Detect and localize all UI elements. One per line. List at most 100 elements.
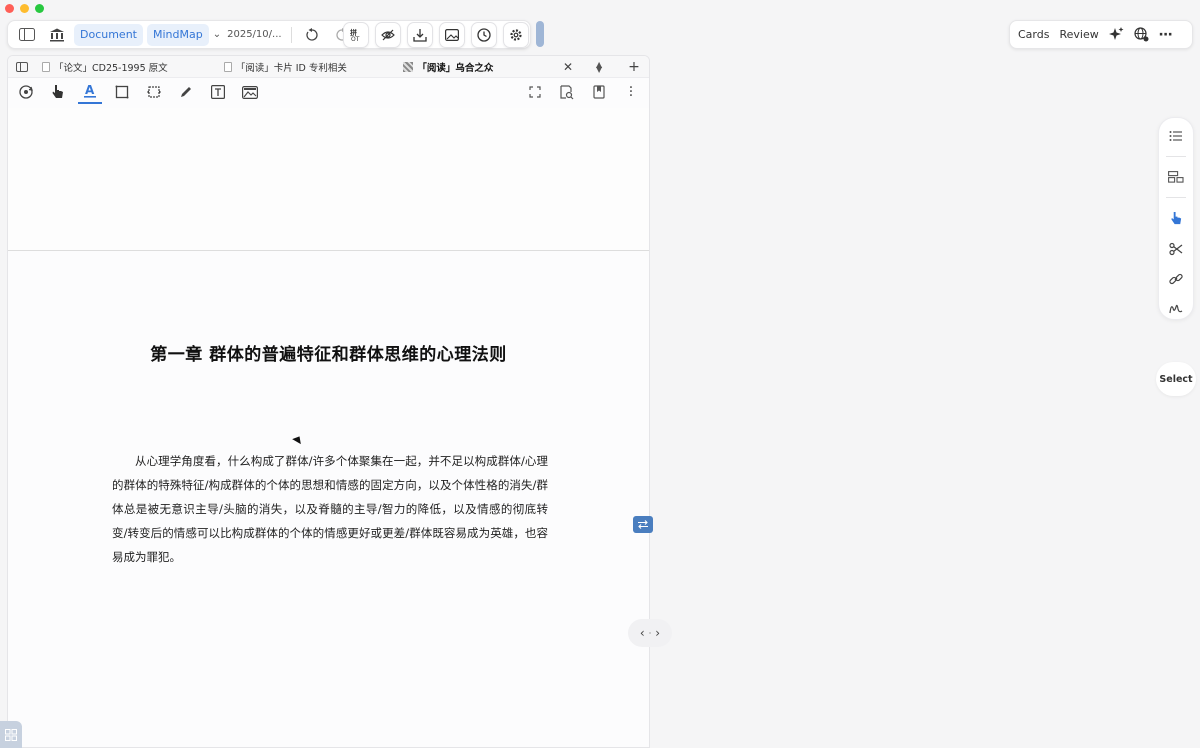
chapter-paragraph: 从心理学角度看，什么构成了群体/许多个体聚集在一起，并不足以构成群体/心理的群体… <box>112 454 548 564</box>
divider <box>290 26 292 43</box>
pointer-hand-icon <box>52 85 63 98</box>
document-view-button[interactable]: Document <box>74 23 143 46</box>
swap-panels-button[interactable] <box>633 516 653 533</box>
date-dropdown[interactable]: ⌄ 2025/10/... <box>213 24 284 46</box>
pencil-icon <box>181 87 191 97</box>
convert-icon: 拼OT <box>350 28 360 42</box>
textbox-tool[interactable] <box>206 80 230 104</box>
hide-button[interactable] <box>375 21 401 48</box>
pointer-mode-button[interactable] <box>1165 208 1187 228</box>
rectangle-tool[interactable] <box>110 80 134 104</box>
cards-button[interactable]: Cards <box>1018 28 1049 41</box>
document-thumbnail-icon <box>403 61 414 72</box>
textbox-icon <box>211 85 225 99</box>
review-button[interactable]: Review <box>1059 28 1098 41</box>
sidebar-toggle-button[interactable] <box>14 24 40 46</box>
minimize-window-button[interactable] <box>20 4 29 13</box>
document-icon <box>42 61 50 72</box>
eye-off-icon <box>381 29 395 40</box>
more-horizontal-icon: ⋯ <box>1158 26 1173 43</box>
clock-icon <box>477 27 491 42</box>
sparkle-icon <box>1108 27 1124 40</box>
document-tools: 拼 OT <box>343 20 531 49</box>
library-button[interactable] <box>44 24 70 46</box>
toolbar-scroll-handle[interactable] <box>536 21 544 47</box>
date-label: 2025/10/... <box>227 29 282 40</box>
plus-icon: + <box>628 58 640 75</box>
more-options-button[interactable]: ⋯ <box>1159 27 1173 43</box>
ai-sparkle-button[interactable] <box>1108 27 1124 42</box>
web-search-button[interactable] <box>1134 27 1149 42</box>
hand-tool-button[interactable] <box>46 80 70 104</box>
layout-button[interactable] <box>1165 167 1187 187</box>
library-icon <box>50 28 64 41</box>
pointer-hand-icon <box>1170 211 1181 224</box>
text-highlight-tool[interactable]: A <box>78 80 102 104</box>
window-controls <box>5 4 44 13</box>
rail-divider <box>1166 197 1186 199</box>
new-tab-button[interactable]: + <box>619 56 649 78</box>
chevron-left-icon[interactable]: ‹ <box>640 626 645 640</box>
annotation-toolbar: A · · · <box>8 78 649 106</box>
mindmap-view-button[interactable]: MindMap <box>147 23 209 46</box>
link-button[interactable] <box>1165 269 1187 289</box>
tab-label: 「论文」CD25-1995 原文 <box>54 62 168 74</box>
sort-updown-icon: ▲ ▼ <box>595 59 603 74</box>
rotate-view-button[interactable] <box>14 80 38 104</box>
chevron-down-icon: ⌄ <box>212 29 222 40</box>
page-navigation[interactable]: ‹ · › <box>628 619 672 647</box>
tab-label: 「阅读」乌合之众 <box>417 62 494 74</box>
rectangle-select-icon <box>115 85 129 99</box>
tab-document-3[interactable]: 「阅读」乌合之众 ✕ <box>397 56 579 78</box>
crop-tool[interactable] <box>142 80 166 104</box>
document-page: 第一章 群体的普遍特征和群体思维的心理法则 从心理学角度看，什么构成了群体/许多… <box>8 252 649 747</box>
link-icon <box>1169 273 1183 284</box>
chapter-title: 第一章 群体的普遍特征和群体思维的心理法则 <box>150 345 507 365</box>
list-icon <box>1169 131 1182 142</box>
sidebar-icon <box>19 28 35 41</box>
search-document-button[interactable] <box>555 80 579 104</box>
close-window-button[interactable] <box>5 4 14 13</box>
layout-blocks-icon <box>1168 171 1184 183</box>
download-button[interactable] <box>407 21 433 48</box>
undo-icon <box>305 27 318 41</box>
svg-text:A: A <box>85 83 95 97</box>
document-tab-bar: 「论文」CD25-1995 原文 「阅读」卡片 ID 专利相关 「阅读」乌合之众… <box>8 56 649 78</box>
grid-icon <box>5 728 17 741</box>
rail-divider <box>1166 156 1186 158</box>
rotate-eye-icon <box>19 85 33 99</box>
cut-button[interactable] <box>1165 238 1187 258</box>
scissors-icon <box>1169 242 1183 255</box>
bookmark-icon <box>593 85 605 99</box>
download-icon <box>413 28 427 42</box>
fullscreen-button[interactable] <box>523 80 547 104</box>
settings-button[interactable] <box>503 21 529 48</box>
more-vertical-button[interactable]: · · · <box>619 80 643 104</box>
crop-swap-icon <box>147 86 161 98</box>
pen-tool[interactable] <box>174 80 198 104</box>
signature-button[interactable] <box>1165 299 1187 319</box>
chevron-right-icon[interactable]: › <box>655 626 660 640</box>
image-icon <box>445 28 459 41</box>
tab-document-2[interactable]: 「阅读」卡片 ID 专利相关 <box>218 56 398 78</box>
outline-button[interactable] <box>1165 126 1187 146</box>
more-vertical-icon: · · · <box>628 80 634 104</box>
close-tab-icon[interactable]: ✕ <box>563 60 573 74</box>
undo-button[interactable] <box>299 24 325 46</box>
convert-button[interactable]: 拼 OT <box>343 21 369 48</box>
tab-document-1[interactable]: 「论文」CD25-1995 原文 <box>36 56 218 78</box>
tab-split-toggle[interactable] <box>8 56 36 78</box>
zoom-window-button[interactable] <box>35 4 44 13</box>
image-capture-tool[interactable] <box>238 80 262 104</box>
svg-text:OT: OT <box>351 36 360 42</box>
app-grid-button[interactable] <box>0 721 22 748</box>
tab-sort-button[interactable]: ▲ ▼ <box>579 56 619 78</box>
split-view-icon <box>16 61 28 72</box>
right-tool-rail <box>1158 117 1194 320</box>
history-button[interactable] <box>471 21 497 48</box>
select-button[interactable]: Select <box>1156 362 1196 396</box>
bookmark-button[interactable] <box>587 80 611 104</box>
image-capture-icon <box>242 85 258 99</box>
document-search-icon <box>560 84 574 99</box>
image-button[interactable] <box>439 21 465 48</box>
